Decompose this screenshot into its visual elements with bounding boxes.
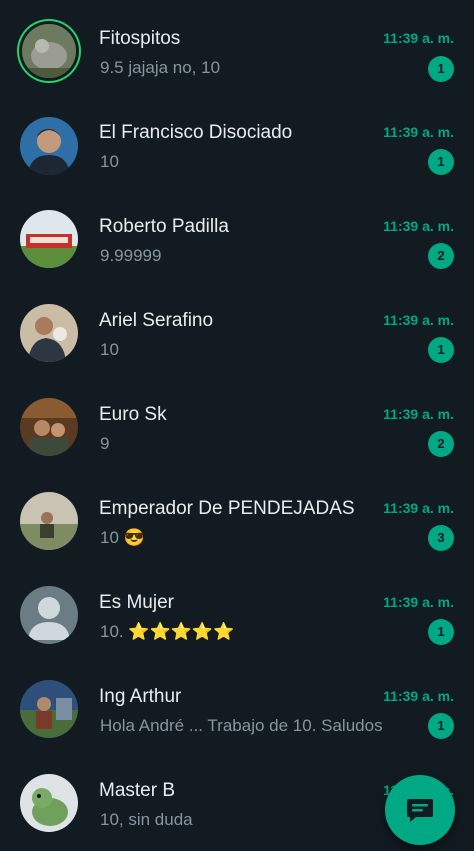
message-preview: 9.5 jajaja no, 10	[100, 58, 221, 77]
contact-name: Fitospitos	[99, 28, 181, 49]
avatar-photo-icon	[20, 492, 78, 550]
message-preview: 10 😎	[100, 528, 145, 547]
avatar-photo-icon	[20, 210, 78, 268]
avatar[interactable]	[20, 680, 78, 738]
avatar[interactable]	[20, 586, 78, 644]
avatar-photo-icon	[20, 398, 78, 456]
unread-badge: 1	[428, 337, 454, 363]
avatar-photo-icon	[20, 680, 78, 738]
avatar-photo-icon	[20, 304, 78, 362]
unread-badge: 1	[428, 149, 454, 175]
message-time: 11:39 a. m.	[383, 30, 454, 46]
avatar[interactable]	[20, 774, 78, 832]
avatar-photo-icon	[22, 24, 76, 78]
chat-row[interactable]: Ing Arthur Hola André ... Trabajo de 10.…	[0, 663, 474, 757]
new-chat-icon	[407, 799, 433, 822]
message-time: 11:39 a. m.	[383, 406, 454, 422]
chat-row[interactable]: Es Mujer 10. ⭐⭐⭐⭐⭐ 11:39 a. m. 1	[0, 569, 474, 663]
new-chat-button[interactable]	[385, 775, 455, 845]
avatar-photo-icon	[20, 117, 78, 175]
unread-badge: 2	[428, 243, 454, 269]
avatar-photo-icon	[20, 774, 78, 832]
default-avatar-icon	[20, 586, 78, 644]
chat-row[interactable]: Euro Sk 9 11:39 a. m. 2	[0, 381, 474, 475]
unread-badge: 2	[428, 431, 454, 457]
message-time: 11:39 a. m.	[383, 500, 454, 516]
chat-row[interactable]: El Francisco Disociado 10 11:39 a. m. 1	[0, 99, 474, 193]
message-preview: 9.99999	[100, 246, 162, 265]
chat-row[interactable]: Emperador De PENDEJADAS 10 😎 11:39 a. m.…	[0, 475, 474, 569]
contact-name: Emperador De PENDEJADAS	[99, 498, 355, 519]
avatar[interactable]	[20, 304, 78, 362]
avatar[interactable]	[22, 24, 76, 78]
chat-row[interactable]: Ariel Serafino 10 11:39 a. m. 1	[0, 287, 474, 381]
chat-row[interactable]: Roberto Padilla 9.99999 11:39 a. m. 2	[0, 193, 474, 287]
avatar[interactable]	[20, 117, 78, 175]
message-preview: Hola André ... Trabajo de 10. Saludos	[100, 716, 383, 735]
message-time: 11:39 a. m.	[383, 688, 454, 704]
unread-badge: 1	[428, 56, 454, 82]
contact-name: Ing Arthur	[99, 686, 182, 707]
message-time: 11:39 a. m.	[383, 124, 454, 140]
unread-badge: 1	[428, 713, 454, 739]
message-preview: 10, sin duda	[100, 810, 193, 829]
message-preview: 10	[100, 340, 119, 359]
avatar[interactable]	[20, 210, 78, 268]
unread-badge: 3	[428, 525, 454, 551]
chat-row[interactable]: Fitospitos 9.5 jajaja no, 10 11:39 a. m.…	[0, 5, 474, 99]
message-preview: 10. ⭐⭐⭐⭐⭐	[100, 622, 235, 641]
unread-badge: 1	[428, 619, 454, 645]
avatar[interactable]	[20, 492, 78, 550]
message-preview: 9	[100, 434, 110, 453]
contact-name: Euro Sk	[99, 404, 167, 425]
contact-name: Master B	[99, 780, 176, 801]
contact-name: Roberto Padilla	[99, 216, 229, 237]
message-time: 11:39 a. m.	[383, 312, 454, 328]
message-time: 11:39 a. m.	[383, 218, 454, 234]
contact-name: El Francisco Disociado	[99, 122, 293, 143]
avatar[interactable]	[20, 398, 78, 456]
contact-name: Es Mujer	[99, 592, 174, 613]
message-time: 11:39 a. m.	[383, 594, 454, 610]
contact-name: Ariel Serafino	[99, 310, 214, 331]
message-preview: 10	[100, 152, 119, 171]
